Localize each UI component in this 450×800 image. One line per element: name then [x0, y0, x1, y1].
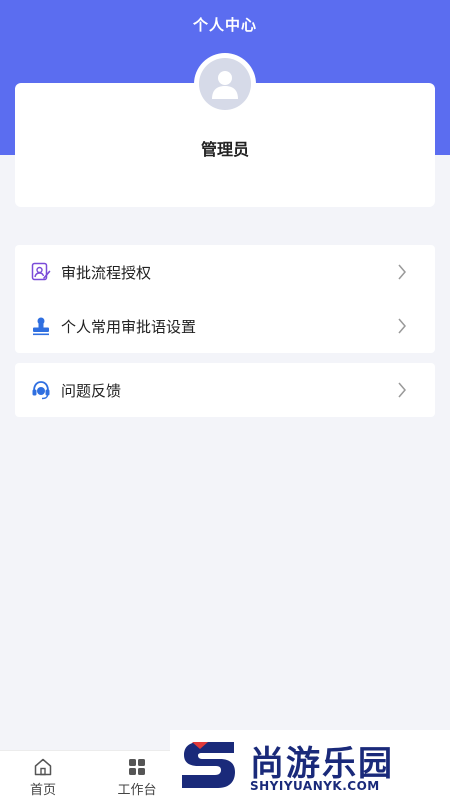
menu-group-feedback: 问题反馈	[15, 363, 435, 417]
chevron-right-icon	[398, 382, 406, 398]
tab-label: 工作台	[117, 783, 157, 798]
menu-item-label: 审批流程授权	[61, 263, 152, 282]
watermark-text-cn: 尚游乐园	[250, 744, 394, 784]
approval-auth-icon	[31, 262, 51, 282]
headset-icon	[31, 380, 51, 400]
stamp-icon	[31, 316, 51, 336]
page-title: 个人中心	[192, 16, 257, 34]
tab-workbench[interactable]: 工作台	[102, 757, 172, 798]
chevron-right-icon	[398, 318, 406, 334]
menu-item-approval-auth[interactable]: 审批流程授权	[15, 245, 435, 299]
workbench-icon	[129, 759, 145, 775]
menu-item-label: 个人常用审批语设置	[61, 317, 197, 336]
tab-home[interactable]: 首页	[8, 757, 78, 798]
menu-item-label: 问题反馈	[61, 381, 122, 400]
menu-item-approval-phrase[interactable]: 个人常用审批语设置	[15, 299, 435, 353]
chevron-right-icon	[398, 264, 406, 280]
watermark-s-logo	[182, 742, 235, 788]
user-avatar-icon	[212, 71, 238, 99]
menu-item-feedback[interactable]: 问题反馈	[15, 363, 435, 417]
home-icon	[34, 758, 52, 776]
avatar[interactable]	[194, 53, 256, 115]
user-name: 管理员	[200, 140, 249, 159]
watermark-text-en: SHYIYUANYK.COM	[250, 779, 380, 793]
watermark-logo: 尚游乐园 SHYIYUANYK.COM	[170, 730, 450, 800]
tab-label: 首页	[29, 783, 56, 798]
menu-group-approval: 审批流程授权 个人常用审批语设置	[15, 245, 435, 353]
